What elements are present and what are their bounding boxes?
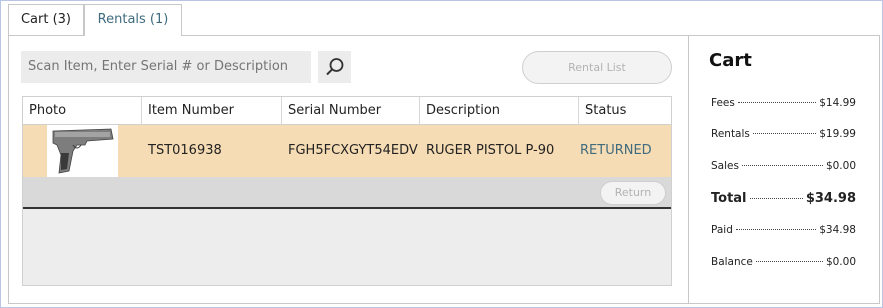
search-icon xyxy=(326,58,344,76)
status-cell: RETURNED xyxy=(580,143,652,158)
total-value: $34.98 xyxy=(805,191,856,206)
fees-row: Fees $14.99 xyxy=(711,97,856,109)
item-number-cell: TST016938 xyxy=(148,143,222,158)
sales-value: $0.00 xyxy=(825,160,856,172)
rentals-value: $19.99 xyxy=(819,128,856,140)
balance-value: $0.00 xyxy=(825,256,856,268)
paid-value: $34.98 xyxy=(819,224,856,236)
fees-value: $14.99 xyxy=(819,97,856,109)
return-button[interactable]: Return xyxy=(600,181,666,205)
table-row[interactable]: TST016938 FGH5FCXGYT54EDV RUGER PISTOL P… xyxy=(23,125,671,177)
column-header-serial-number[interactable]: Serial Number xyxy=(282,97,420,125)
leader-dots xyxy=(741,165,823,166)
table-header: Photo Item Number Serial Number Descript… xyxy=(23,97,671,125)
balance-row: Balance $0.00 xyxy=(711,256,856,268)
column-header-item-number[interactable]: Item Number xyxy=(142,97,282,125)
item-photo xyxy=(47,125,118,177)
rentals-table: Photo Item Number Serial Number Descript… xyxy=(22,96,672,286)
active-tab-indicator xyxy=(85,34,181,37)
paid-row: Paid $34.98 xyxy=(711,224,856,236)
leader-dots xyxy=(735,229,817,230)
rentals-label: Rentals xyxy=(711,128,750,140)
total-label: Total xyxy=(711,191,747,206)
tab-cart[interactable]: Cart (3) xyxy=(8,4,84,35)
cart-summary-title: Cart xyxy=(709,50,752,71)
row-detail: Return xyxy=(23,177,671,209)
balance-label: Balance xyxy=(711,256,753,268)
leader-dots xyxy=(737,102,817,103)
column-header-status[interactable]: Status xyxy=(579,97,671,125)
fees-label: Fees xyxy=(711,97,735,109)
sales-label: Sales xyxy=(711,160,739,172)
serial-number-cell: FGH5FCXGYT54EDV xyxy=(288,143,418,158)
rentals-row: Rentals $19.99 xyxy=(711,128,856,140)
total-row: Total $34.98 xyxy=(711,191,856,206)
pistol-icon xyxy=(52,128,114,174)
tab-rentals[interactable]: Rentals (1) xyxy=(84,4,182,36)
search-input[interactable] xyxy=(21,51,311,83)
paid-label: Paid xyxy=(711,224,733,236)
sales-row: Sales $0.00 xyxy=(711,160,856,172)
leader-dots xyxy=(749,198,803,199)
column-header-description[interactable]: Description xyxy=(420,97,579,125)
rental-list-button[interactable]: Rental List xyxy=(522,51,672,84)
search-button[interactable] xyxy=(318,51,351,83)
leader-dots xyxy=(755,261,823,262)
column-header-photo[interactable]: Photo xyxy=(23,97,142,125)
description-cell: RUGER PISTOL P-90 xyxy=(426,143,555,158)
leader-dots xyxy=(752,133,817,134)
panel-divider xyxy=(688,35,689,304)
